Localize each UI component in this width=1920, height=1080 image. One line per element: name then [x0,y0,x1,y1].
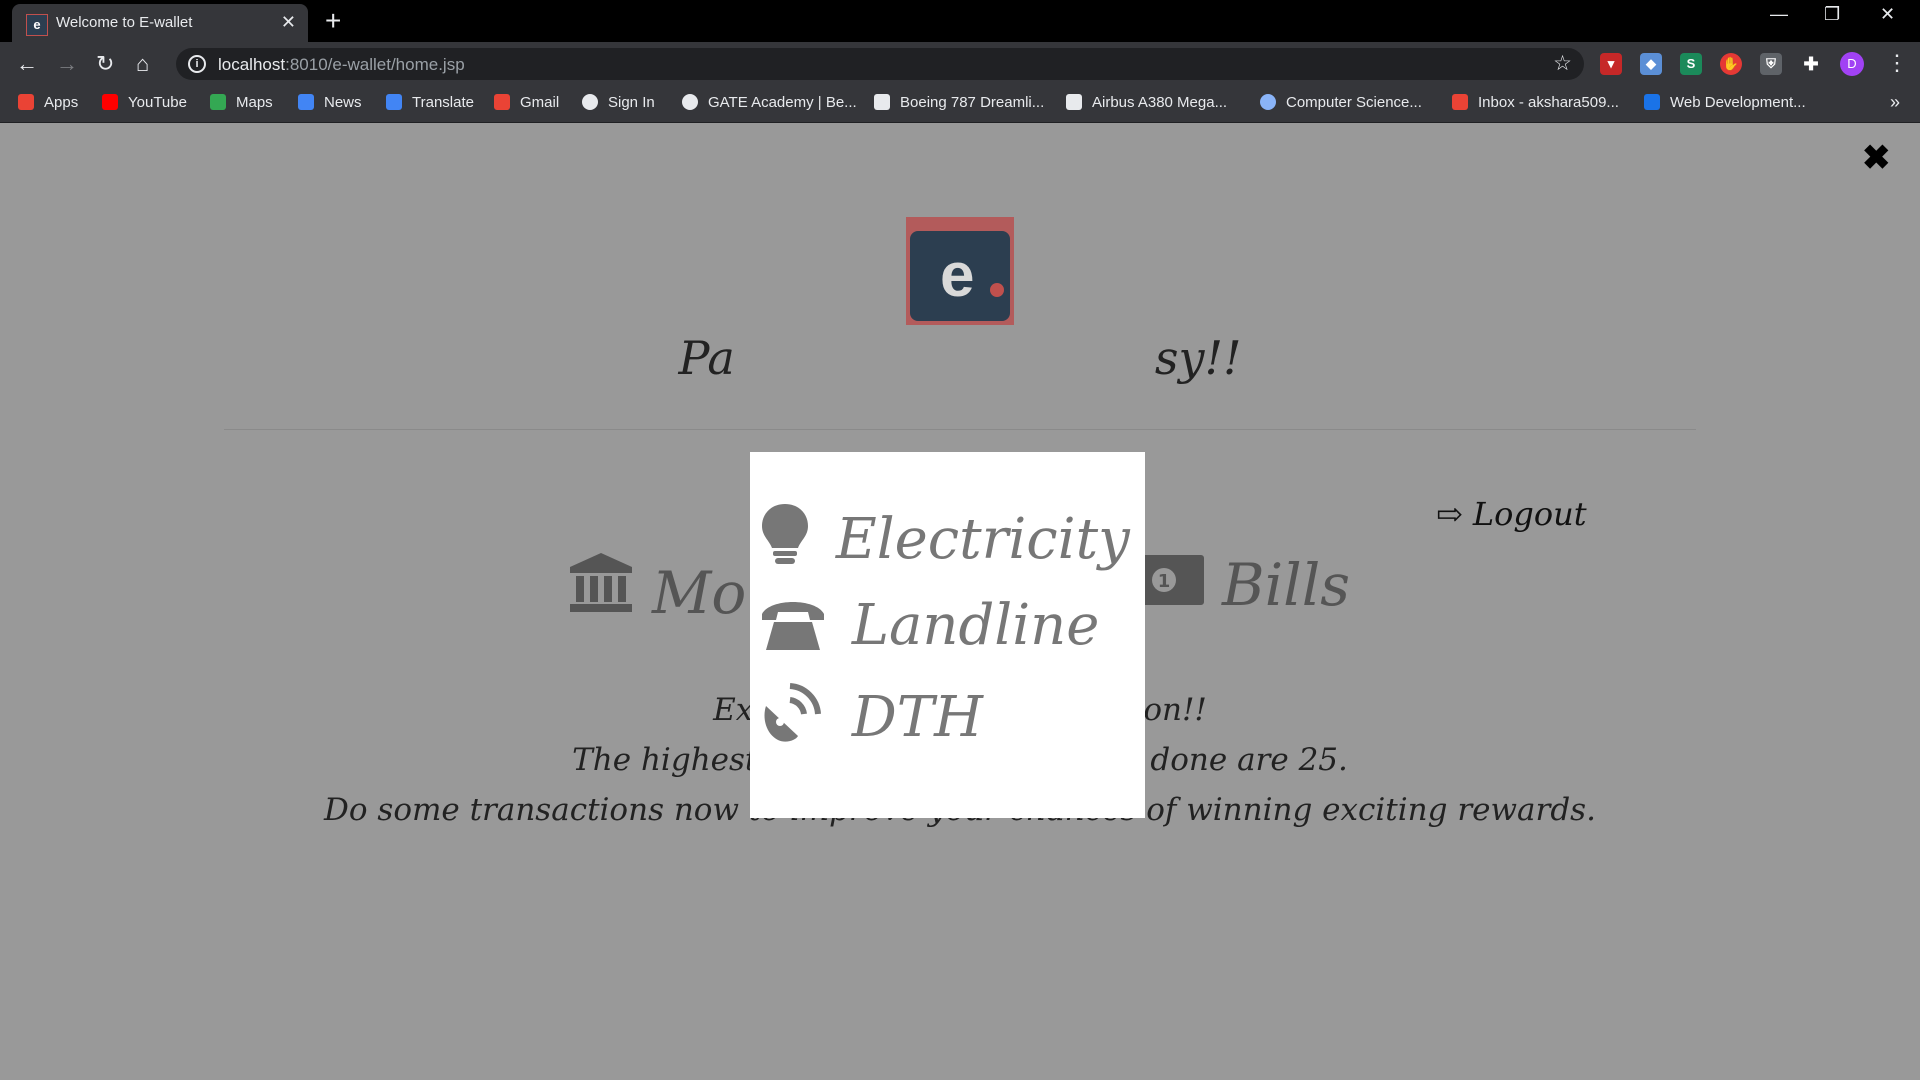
bookmark-youtube[interactable]: YouTube [102,94,187,114]
pocket-extension-icon[interactable]: ▾ [1600,53,1622,75]
logo-dot [990,283,1004,297]
svg-text:1: 1 [1158,571,1171,592]
wallet-icon: e [910,231,1010,321]
feature-label: Bills [1222,551,1351,619]
restore-button[interactable]: ❐ [1824,4,1840,25]
bookmark-maps[interactable]: Maps [210,94,273,114]
bookmark-label: Airbus A380 Mega... [1092,94,1228,111]
maps-icon [210,94,226,110]
browser-menu-icon[interactable]: ⋮ [1886,50,1908,76]
more-bookmarks-icon[interactable]: » [1890,92,1900,113]
bookmark-label: Web Development... [1670,94,1806,111]
modal-item-label: DTH [851,685,983,750]
bookmark-computer-science[interactable]: Computer Science... [1260,94,1422,114]
minimize-button[interactable]: — [1770,4,1788,25]
new-tab-button[interactable]: + [325,6,341,36]
bookmark-label: Apps [44,94,79,111]
bookmark-gate-academy[interactable]: GATE Academy | Be... [682,94,857,114]
tab-close-icon[interactable]: ✕ [281,12,296,33]
window-close-button[interactable]: ✕ [1880,4,1895,25]
home-button[interactable]: ⌂ [136,52,149,76]
gmail-icon [1452,94,1468,110]
bookmark-label: Translate [412,94,474,111]
page-overlay[interactable]: ✖ e Pasy!! ⇨Logout Mon 1 Bills Exciting … [0,123,1920,1080]
bookmark-news[interactable]: News [298,94,362,114]
bookmark-gmail[interactable]: Gmail [494,94,559,114]
browser-tab[interactable]: e Welcome to E-wallet ✕ [12,4,308,42]
phone-icon [760,593,852,658]
tagline: Pa sy!! [0,331,1920,385]
bookmark-boeing[interactable]: Boeing 787 Dreamli... [874,94,1044,114]
news-icon [298,94,314,110]
tab-title: Welcome to E-wallet [56,14,193,31]
bookmark-label: Computer Science... [1286,94,1422,111]
logout-link[interactable]: ⇨ Logout [1436,495,1587,533]
extensions-puzzle-icon[interactable]: ✚ [1800,53,1822,75]
divider [224,429,1696,430]
bill-type-modal: Electricity Landline DTH [750,452,1145,818]
bookmark-airbus[interactable]: Airbus A380 Mega... [1066,94,1227,114]
apps-grid-icon [18,94,34,110]
money-bill-icon: 1 [1142,551,1204,619]
browser-toolbar: ← → ↻ ⌂ i localhost:8010/e-wallet/home.j… [0,42,1920,86]
bookmark-apps[interactable]: Apps [18,94,78,114]
bookmark-label: News [324,94,362,111]
s-extension-icon[interactable]: S [1680,53,1702,75]
satellite-dish-icon [760,683,852,750]
address-bar[interactable]: i localhost:8010/e-wallet/home.jsp ☆ [176,48,1584,80]
page-icon [874,94,890,110]
tab-strip: e Welcome to E-wallet ✕ + — ❐ ✕ [0,0,1920,42]
hand-extension-icon[interactable]: ✋ [1720,53,1742,75]
tagline-right: sy!! [1154,331,1242,385]
bookmarks-bar: Apps YouTube Maps News Translate Gmail S… [0,86,1920,123]
site-info-icon[interactable]: i [188,55,206,73]
modal-item-landline[interactable]: Landline [760,592,1099,658]
bills-link[interactable]: 1 Bills [1142,551,1350,619]
tagline-left: Pa [678,331,735,385]
lightbulb-icon [760,504,836,572]
bookmark-label: Inbox - akshara509... [1478,94,1619,111]
sign-out-icon: ⇨ [1436,495,1463,533]
translate-icon [386,94,402,110]
bookmark-label: Sign In [608,94,655,111]
forward-button[interactable]: → [56,52,78,76]
modal-item-dth[interactable]: DTH [760,678,983,750]
ewallet-logo: e [906,217,1014,325]
url-text: localhost:8010/e-wallet/home.jsp [218,55,465,75]
modal-item-electricity[interactable]: Electricity [760,502,1130,572]
is-icon [1644,94,1660,110]
gate-academy-icon [682,94,698,110]
close-overlay-icon[interactable]: ✖ [1862,141,1891,175]
bookmark-web-development[interactable]: Web Development... [1644,94,1806,114]
cube-extension-icon[interactable]: ◆ [1640,53,1662,75]
ewallet-favicon-icon: e [26,14,48,36]
bookmark-label: Gmail [520,94,560,111]
bookmark-label: Boeing 787 Dreamli... [900,94,1045,111]
bank-icon [568,551,634,627]
modal-item-label: Landline [851,593,1100,658]
url-host: localhost [218,55,286,74]
url-path: :8010/e-wallet/home.jsp [285,55,465,74]
bookmark-label: GATE Academy | Be... [708,94,857,111]
gmail-icon [494,94,510,110]
infinity-icon [1260,94,1276,110]
youtube-icon [102,94,118,110]
profile-avatar[interactable]: D [1840,52,1864,76]
bookmark-label: Maps [236,94,273,111]
bookmark-translate[interactable]: Translate [386,94,474,114]
page-icon [1066,94,1082,110]
back-button[interactable]: ← [16,52,38,76]
globe-icon [582,94,598,110]
modal-item-label: Electricity [835,507,1130,572]
bookmark-sign-in[interactable]: Sign In [582,94,655,114]
shield-extension-icon[interactable]: ⛨ [1760,53,1782,75]
logo-letter: e [940,241,975,310]
reload-button[interactable]: ↻ [96,52,114,76]
bookmark-star-icon[interactable]: ☆ [1553,51,1572,76]
logout-label: Logout [1472,495,1587,533]
bookmark-inbox[interactable]: Inbox - akshara509... [1452,94,1619,114]
bookmark-label: YouTube [128,94,187,111]
